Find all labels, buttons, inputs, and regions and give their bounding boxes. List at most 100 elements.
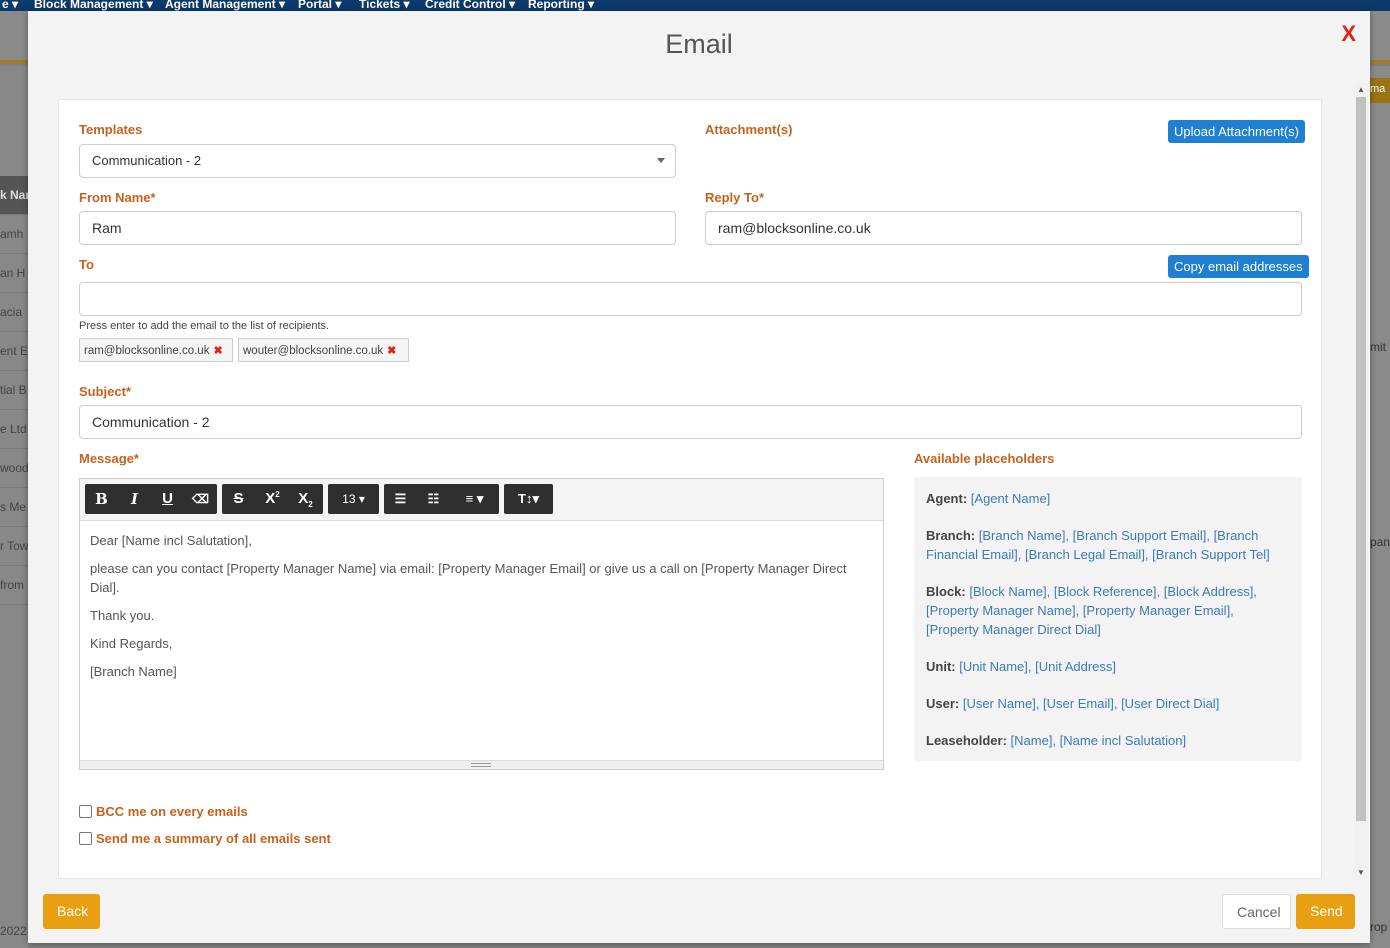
message-line: Kind Regards, (90, 636, 173, 651)
upload-attachments-button[interactable]: Upload Attachment(s) (1168, 120, 1306, 143)
email-form-panel: Templates Communication - 2 Attachment(s… (58, 99, 1322, 879)
font-size-dropdown[interactable]: 13 ▾ (328, 484, 379, 514)
placeholder-group-label: Branch: (926, 528, 976, 543)
required-mark: * (150, 190, 156, 205)
bg-table-row: ent E (0, 332, 28, 371)
to-input[interactable] (79, 282, 1302, 316)
bg-table-row: from (0, 566, 28, 605)
toolbar-group-height: T↕▾ (504, 484, 553, 514)
bg-table-row: an H (0, 254, 28, 293)
summary-label[interactable]: Send me a summary of all emails sent (96, 831, 331, 846)
bcc-checkbox[interactable] (79, 805, 92, 818)
templates-select[interactable]: Communication - 2 (79, 144, 676, 178)
remove-recipient-icon[interactable]: ✖ (213, 345, 222, 357)
reply-to-input[interactable]: ram@blocksonline.co.uk (705, 211, 1302, 245)
placeholder-group-label: User: (926, 696, 960, 711)
email-modal: Email X Templates Communication - 2 Atta… (28, 11, 1370, 943)
reply-to-label: Reply To* (705, 190, 764, 205)
underline-button[interactable]: U (151, 484, 184, 514)
background-right-column: ma mit pan rop (1370, 66, 1390, 948)
remove-recipient-icon[interactable]: ✖ (387, 345, 396, 357)
bg-nav-item: e ▾ (2, 0, 19, 11)
placeholder-items[interactable]: [Branch Name], [Branch Support Email], [… (926, 528, 1270, 562)
bold-button[interactable]: B (85, 484, 118, 514)
bg-table-row: tial B (0, 371, 28, 410)
subject-label-text: Subject (79, 384, 126, 399)
message-line: [Branch Name] (90, 664, 177, 679)
grip-icon (471, 763, 491, 767)
toolbar-group-font: S X2 X2 (222, 484, 323, 514)
toolbar-group-para: ☰ ☷ ≡ ▾ (384, 484, 499, 514)
bg-footer-year: 2022 (0, 924, 27, 938)
summary-option: Send me a summary of all emails sent (79, 831, 331, 846)
to-label: To (79, 257, 94, 272)
subject-label: Subject* (79, 384, 131, 399)
superscript-button[interactable]: X2 (256, 484, 289, 514)
strikethrough-button[interactable]: S (222, 484, 255, 514)
message-body[interactable]: Dear [Name incl Salutation], please can … (80, 521, 883, 761)
bg-table-row: e Ltd (0, 410, 28, 449)
copy-email-addresses-button[interactable]: Copy email addresses (1168, 255, 1309, 278)
bg-right-text: pan (1370, 535, 1390, 549)
close-icon[interactable]: X (1341, 21, 1356, 47)
bg-right-text: mit (1370, 340, 1386, 354)
placeholder-group-branch: Branch: [Branch Name], [Branch Support E… (926, 526, 1290, 564)
line-height-dropdown[interactable]: T↕▾ (504, 484, 553, 514)
bg-table-row: r Tow (0, 527, 28, 566)
send-button[interactable]: Send (1296, 894, 1355, 929)
placeholder-group-label: Unit: (926, 659, 956, 674)
bcc-label[interactable]: BCC me on every emails (96, 804, 248, 819)
summary-checkbox[interactable] (79, 832, 92, 845)
reply-to-label-text: Reply To (705, 190, 759, 205)
italic-button[interactable]: I (118, 484, 151, 514)
modal-title: Email (665, 29, 733, 59)
message-line: Dear [Name incl Salutation], (90, 533, 252, 548)
unordered-list-icon[interactable]: ☰ (384, 484, 417, 514)
modal-scrollbar[interactable]: ▲ ▼ (1354, 83, 1368, 879)
bg-nav-item: Agent Management ▾ (165, 0, 286, 11)
placeholder-items[interactable]: [User Name], [User Email], [User Direct … (963, 696, 1219, 711)
subject-input[interactable]: Communication - 2 (79, 405, 1302, 439)
ordered-list-icon[interactable]: ☷ (417, 484, 450, 514)
recipient-email: ram@blocksonline.co.uk (84, 345, 210, 357)
toolbar-group-style: B I U ⌫ (85, 484, 217, 514)
message-line: Thank you. (90, 608, 155, 623)
from-name-label-text: From Name (79, 190, 151, 205)
eraser-icon[interactable]: ⌫ (184, 484, 217, 514)
editor-resize-handle[interactable] (80, 760, 883, 769)
required-mark: * (133, 451, 139, 466)
message-editor: B I U ⌫ S X2 X2 13 ▾ ☰ ☷ ≡ ▾ T↕▾ Dear [N… (79, 478, 884, 770)
toolbar-group-size: 13 ▾ (328, 484, 379, 514)
placeholder-group-agent: Agent: [Agent Name] (926, 489, 1290, 508)
placeholder-items[interactable]: [Block Name], [Block Reference], [Block … (926, 584, 1257, 637)
scrollbar-thumb[interactable] (1356, 97, 1366, 821)
chevron-down-icon (657, 158, 665, 163)
editor-toolbar: B I U ⌫ S X2 X2 13 ▾ ☰ ☷ ≡ ▾ T↕▾ (80, 479, 883, 521)
placeholders-box: Agent: [Agent Name] Branch: [Branch Name… (914, 477, 1302, 761)
bg-table-row: s Me (0, 488, 28, 527)
cancel-button[interactable]: Cancel (1222, 894, 1291, 929)
placeholder-group-block: Block: [Block Name], [Block Reference], … (926, 582, 1290, 639)
required-mark: * (758, 190, 764, 205)
bg-nav-item: Credit Control ▾ (425, 0, 516, 11)
background-top-nav: e ▾ Block Management ▾ Agent Management … (0, 0, 1390, 11)
bg-right-button: ma (1370, 78, 1390, 103)
recipient-tag: wouter@blocksonline.co.uk ✖ (238, 338, 409, 362)
placeholder-group-label: Agent: (926, 491, 968, 506)
subscript-glyph: X (298, 490, 309, 507)
attachments-label: Attachment(s) (705, 122, 793, 137)
bcc-option: BCC me on every emails (79, 804, 248, 819)
align-dropdown[interactable]: ≡ ▾ (450, 484, 499, 514)
placeholder-items[interactable]: [Unit Name], [Unit Address] (959, 659, 1116, 674)
bg-table-row: wood (0, 449, 28, 488)
back-button[interactable]: Back (43, 894, 100, 929)
from-name-input[interactable]: Ram (79, 211, 676, 245)
scroll-down-icon[interactable]: ▼ (1357, 868, 1365, 877)
bg-right-text: rop (1370, 920, 1388, 934)
required-mark: * (125, 384, 132, 399)
placeholder-items[interactable]: [Agent Name] (971, 491, 1051, 506)
bg-nav-item: Portal ▾ (298, 0, 342, 11)
subscript-button[interactable]: X2 (289, 484, 322, 514)
placeholder-items[interactable]: [Name], [Name incl Salutation] (1011, 733, 1187, 748)
scroll-up-icon[interactable]: ▲ (1357, 85, 1365, 94)
